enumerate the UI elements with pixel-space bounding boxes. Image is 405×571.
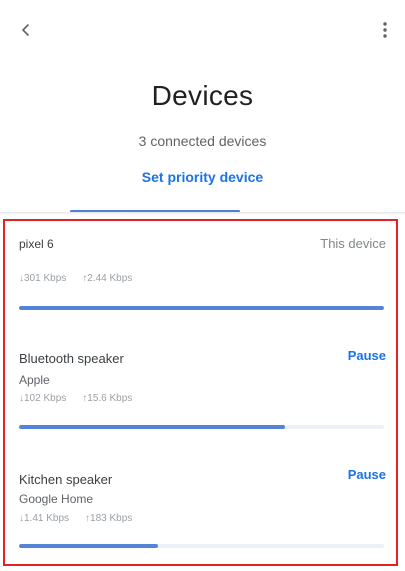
usage-bar-fill <box>19 544 158 548</box>
this-device-label: This device <box>320 236 386 251</box>
devices-header: Devices 3 connected devices Set priority… <box>0 60 405 212</box>
device-item-bluetooth-speaker[interactable]: Bluetooth speaker Pause Apple ↓102 Kbps … <box>5 321 396 441</box>
back-button[interactable] <box>12 14 40 46</box>
upload-speed: ↑2.44 Kbps <box>82 273 133 284</box>
pause-button[interactable]: Pause <box>348 348 386 363</box>
top-app-bar <box>0 0 405 60</box>
page-title: Devices <box>151 80 254 111</box>
upload-speed: ↑15.6 Kbps <box>82 393 133 404</box>
usage-bar <box>19 306 384 310</box>
set-priority-device-button[interactable]: Set priority device <box>0 169 405 185</box>
download-speed: ↓1.41 Kbps <box>19 513 70 524</box>
arrow-back-icon <box>22 24 29 36</box>
connected-devices-count: 3 connected devices <box>138 133 267 149</box>
device-name: Bluetooth speaker <box>19 351 124 366</box>
device-subtitle: Apple <box>19 373 50 387</box>
device-name: Kitchen speaker <box>19 472 113 487</box>
usage-bar <box>19 425 384 429</box>
usage-bar-fill <box>19 306 384 310</box>
device-name: pixel 6 <box>19 237 54 251</box>
more-options-button[interactable] <box>371 14 399 46</box>
device-list: pixel 6 This device ↓301 Kbps ↑2.44 Kbps… <box>3 219 398 566</box>
download-speed: ↓301 Kbps <box>19 273 67 284</box>
upload-speed: ↑183 Kbps <box>85 513 133 524</box>
header-divider <box>0 212 405 215</box>
device-item-pixel-6[interactable]: pixel 6 This device ↓301 Kbps ↑2.44 Kbps <box>5 221 396 321</box>
usage-bar-fill <box>19 425 286 429</box>
pause-button[interactable]: Pause <box>348 467 386 482</box>
more-vert-icon <box>383 22 387 38</box>
device-item-kitchen-speaker[interactable]: Kitchen speaker Pause Google Home ↓1.41 … <box>5 441 396 564</box>
device-subtitle: Google Home <box>19 492 94 506</box>
device-speed: ↓1.41 Kbps ↑183 Kbps <box>19 513 132 524</box>
device-speed: ↓301 Kbps ↑2.44 Kbps <box>19 273 132 284</box>
usage-bar <box>19 544 384 548</box>
device-speed: ↓102 Kbps ↑15.6 Kbps <box>19 393 132 404</box>
download-speed: ↓102 Kbps <box>19 393 67 404</box>
